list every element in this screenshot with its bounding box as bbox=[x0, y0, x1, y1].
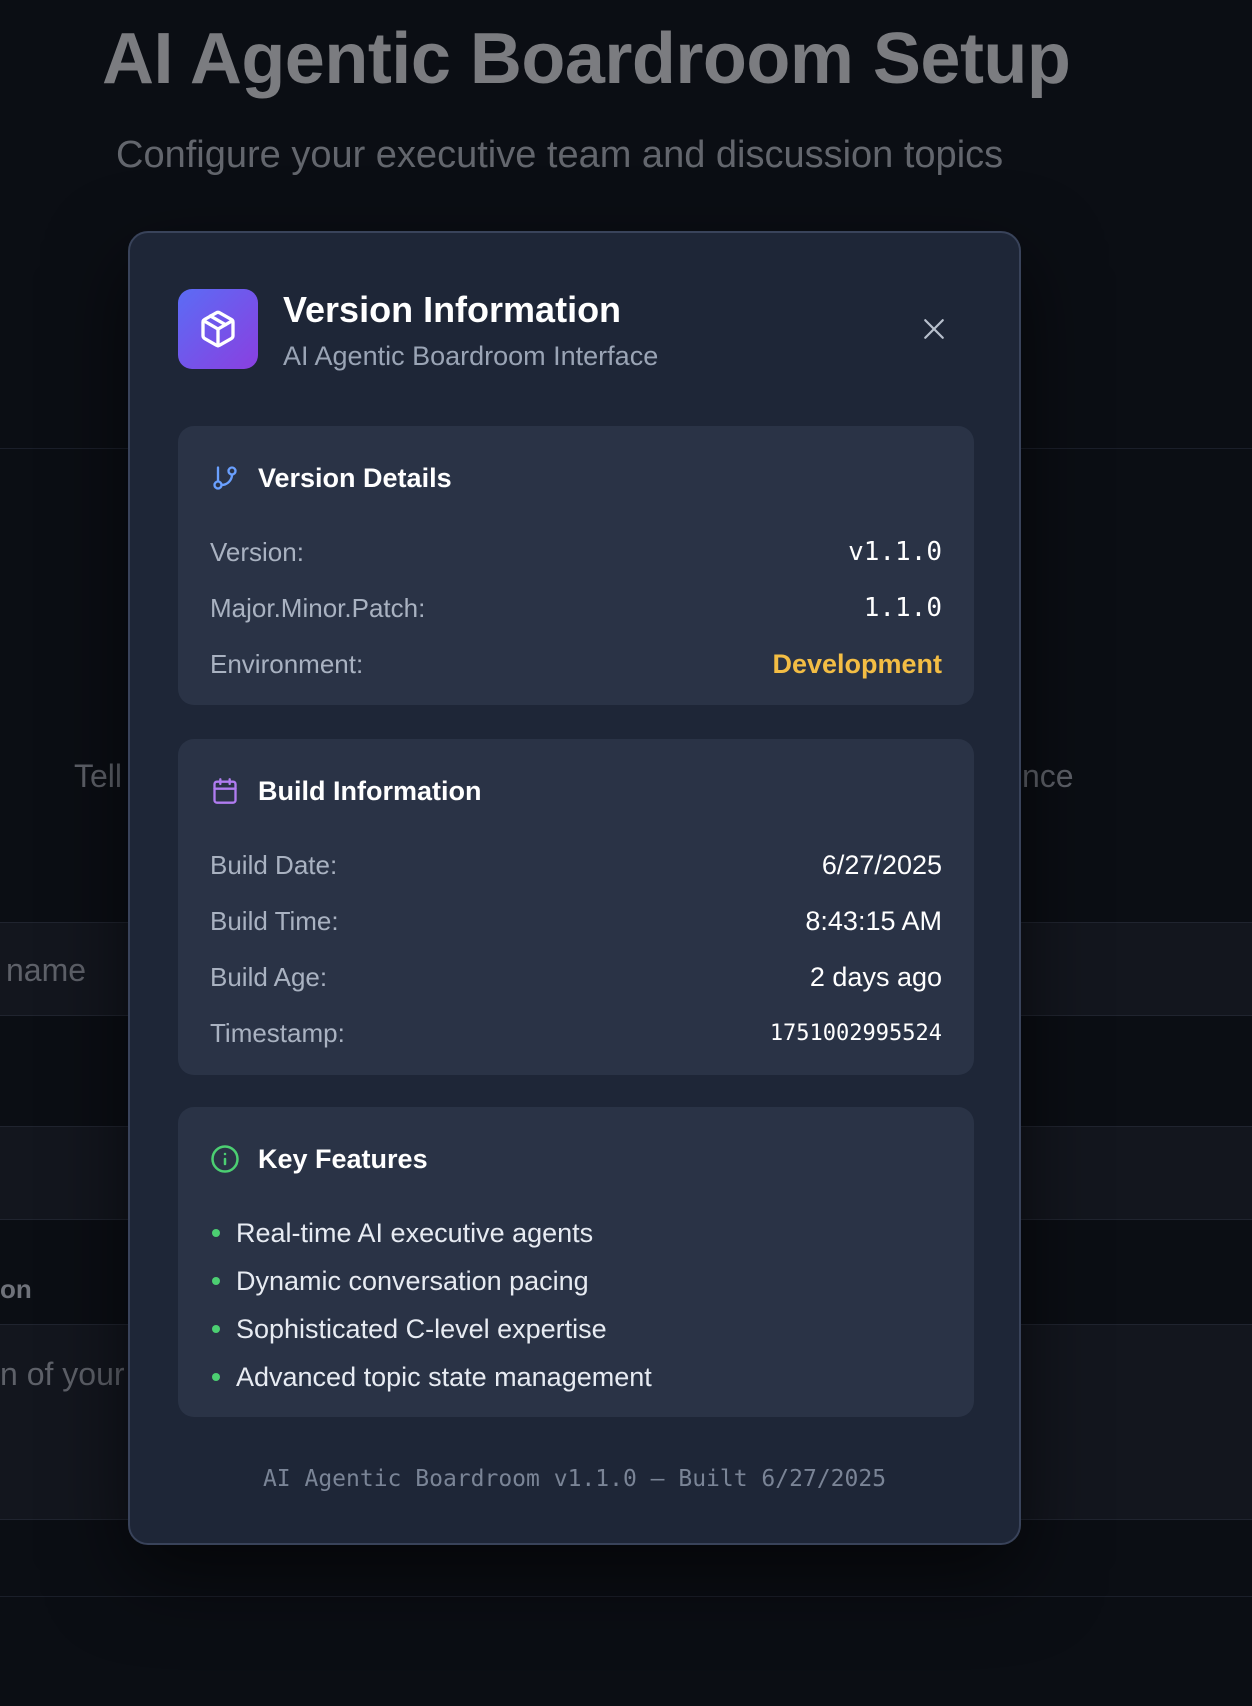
semver-value: 1.1.0 bbox=[863, 593, 942, 623]
build-time-row: Build Time: 8:43:15 AM bbox=[210, 901, 942, 941]
build-info-heading: Build Information bbox=[258, 775, 482, 806]
package-icon bbox=[178, 289, 258, 369]
version-details-heading: Version Details bbox=[258, 462, 452, 493]
environment-label: Environment: bbox=[210, 648, 364, 679]
name-input-placeholder-fragment: name bbox=[6, 952, 87, 988]
semver-label: Major.Minor.Patch: bbox=[210, 592, 426, 623]
version-info-modal: Version Information AI Agentic Boardroom… bbox=[128, 231, 1021, 1545]
bottom-divider bbox=[0, 1596, 1252, 1597]
close-button[interactable] bbox=[912, 307, 956, 351]
build-info-header: Build Information bbox=[210, 773, 481, 809]
feature-text: Real-time AI executive agents bbox=[236, 1217, 594, 1248]
build-info-card: Build Information Build Date: 6/27/2025 … bbox=[178, 739, 974, 1075]
modal-footer: AI Agentic Boardroom v1.1.0 – Built 6/27… bbox=[262, 1466, 887, 1492]
close-icon bbox=[924, 319, 944, 339]
bullet-icon bbox=[212, 1277, 220, 1285]
key-features-header: Key Features bbox=[210, 1141, 428, 1177]
build-time-label: Build Time: bbox=[210, 905, 339, 936]
build-age-label: Build Age: bbox=[210, 961, 328, 992]
semver-row: Major.Minor.Patch: 1.1.0 bbox=[210, 588, 942, 628]
bullet-icon bbox=[212, 1373, 220, 1381]
build-date-label: Build Date: bbox=[210, 849, 338, 880]
build-age-row: Build Age: 2 days ago bbox=[210, 957, 942, 997]
section-description-fragment-right: nce bbox=[1022, 758, 1074, 794]
build-time-value: 8:43:15 AM bbox=[805, 905, 942, 936]
field-label-fragment: on bbox=[0, 1274, 32, 1304]
version-details-header: Version Details bbox=[210, 460, 452, 496]
timestamp-value: 1751002995524 bbox=[769, 1020, 942, 1046]
key-features-card: Key Features Real-time AI executive agen… bbox=[178, 1107, 974, 1417]
build-date-value: 6/27/2025 bbox=[821, 849, 942, 880]
timestamp-row: Timestamp: 1751002995524 bbox=[210, 1013, 942, 1053]
bullet-icon bbox=[212, 1325, 220, 1333]
build-date-row: Build Date: 6/27/2025 bbox=[210, 845, 942, 885]
modal-title: Version Information bbox=[283, 289, 622, 330]
modal-subtitle: AI Agentic Boardroom Interface bbox=[283, 341, 659, 371]
version-row: Version: v1.1.0 bbox=[210, 532, 942, 572]
feature-item: Real-time AI executive agents bbox=[210, 1213, 593, 1253]
feature-text: Dynamic conversation pacing bbox=[236, 1265, 589, 1296]
version-value: v1.1.0 bbox=[848, 537, 942, 567]
environment-row: Environment: Development bbox=[210, 644, 942, 684]
timestamp-label: Timestamp: bbox=[210, 1017, 345, 1048]
section-description-fragment-left: Tell bbox=[74, 758, 123, 794]
git-branch-icon bbox=[210, 463, 240, 493]
bullet-icon bbox=[212, 1229, 220, 1237]
feature-item: Sophisticated C-level expertise bbox=[210, 1309, 607, 1349]
calendar-icon bbox=[210, 776, 240, 806]
description-textarea-placeholder-fragment: n of your bbox=[0, 1356, 125, 1392]
feature-item: Dynamic conversation pacing bbox=[210, 1261, 589, 1301]
feature-text: Sophisticated C-level expertise bbox=[236, 1313, 607, 1344]
version-label: Version: bbox=[210, 536, 304, 567]
feature-item: Advanced topic state management bbox=[210, 1357, 652, 1397]
info-icon bbox=[210, 1144, 240, 1174]
build-age-value: 2 days ago bbox=[809, 961, 942, 992]
environment-badge: Development bbox=[772, 648, 942, 679]
feature-text: Advanced topic state management bbox=[236, 1361, 652, 1392]
page-title: AI Agentic Boardroom Setup bbox=[102, 19, 1071, 99]
key-features-heading: Key Features bbox=[258, 1143, 428, 1174]
version-details-card: Version Details Version: v1.1.0 Major.Mi… bbox=[178, 426, 974, 705]
page-subtitle: Configure your executive team and discus… bbox=[116, 134, 1004, 176]
